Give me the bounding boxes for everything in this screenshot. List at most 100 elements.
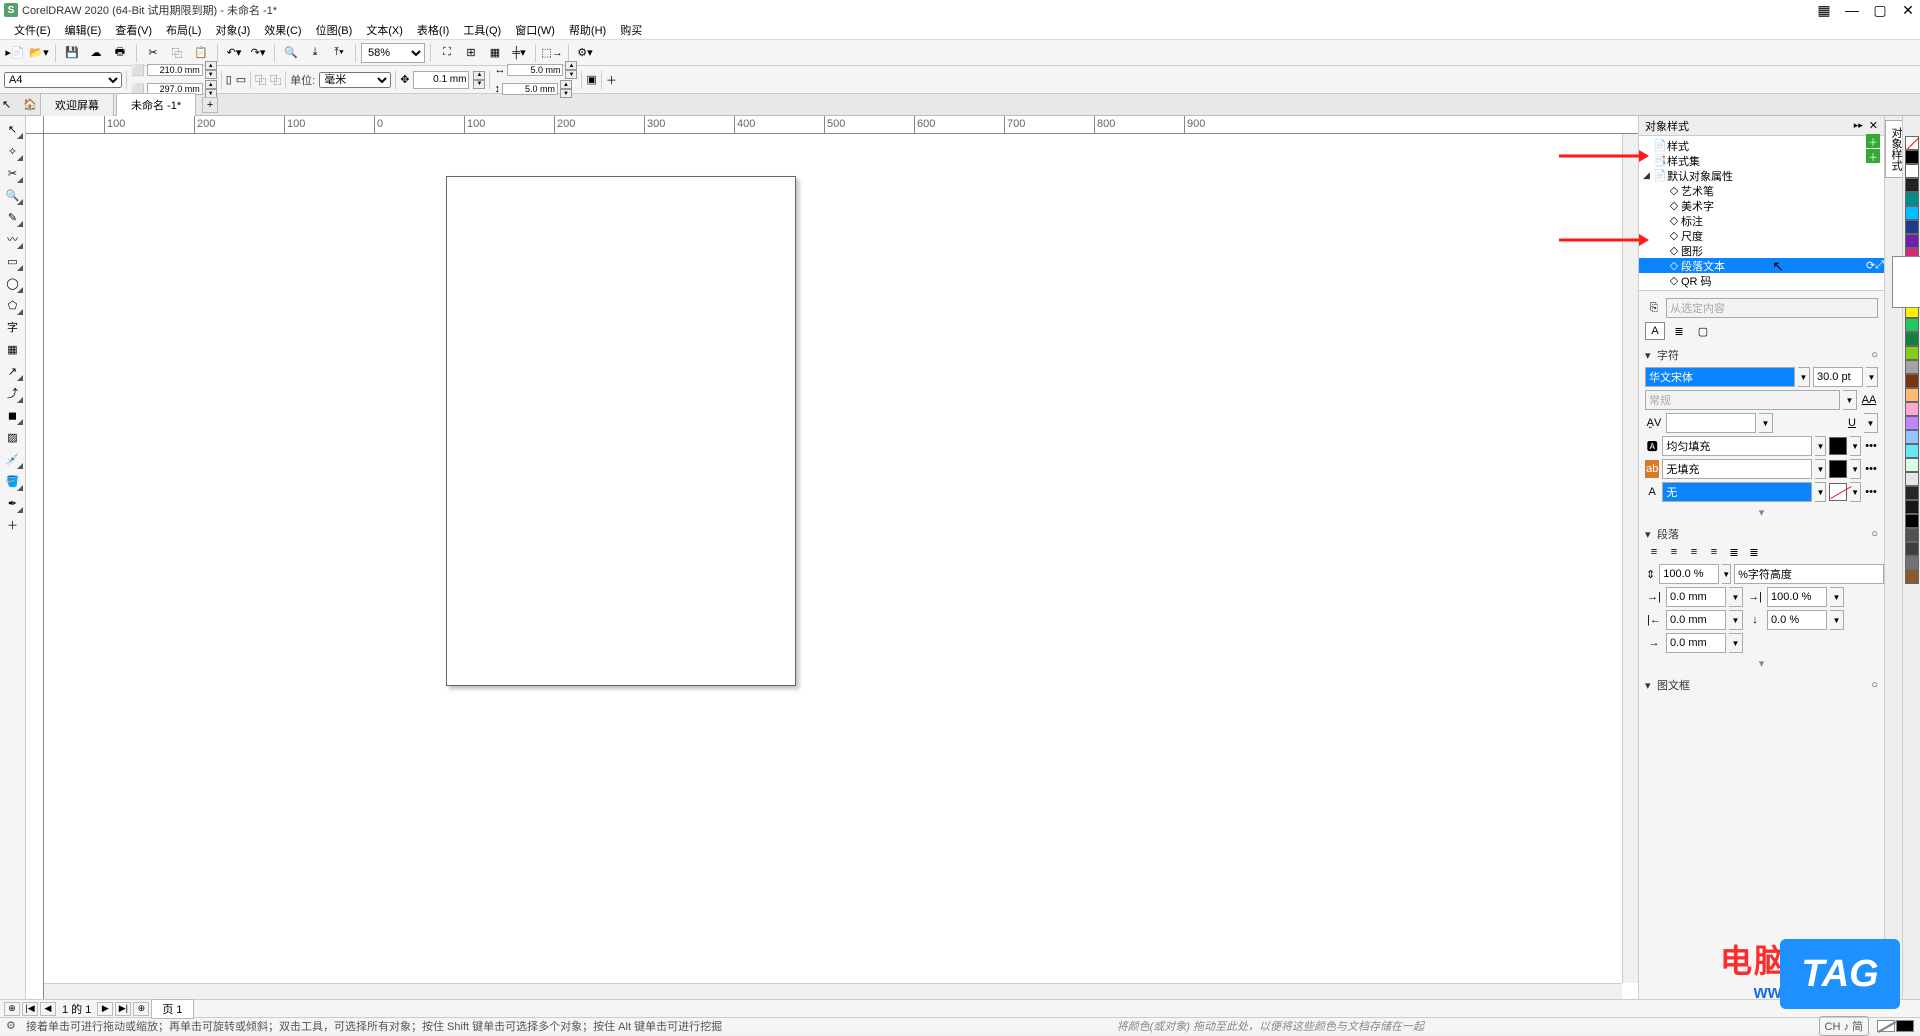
menu-object[interactable]: 对象(J) (209, 20, 256, 40)
touch-mode-icon[interactable]: ▦ (1816, 2, 1832, 18)
tree-default-props[interactable]: ◢📄默认对象属性 (1639, 168, 1884, 183)
font-dd-icon[interactable]: ▼ (1798, 367, 1810, 387)
drop-shadow-icon[interactable]: ◼ (2, 404, 24, 426)
fill-mode-input[interactable] (1662, 436, 1812, 456)
tree-item-action1-icon[interactable]: ⟳ (1866, 259, 1875, 272)
indent-right-input[interactable] (1666, 610, 1726, 630)
status-fill-swatch[interactable] (1896, 1020, 1914, 1032)
color-swatch[interactable] (1905, 150, 1919, 164)
align-left-icon[interactable]: ≡ (1665, 543, 1683, 561)
color-swatch[interactable] (1905, 416, 1919, 430)
duplicate-x[interactable] (507, 64, 563, 76)
no-color-swatch[interactable] (1905, 136, 1919, 150)
nudge-distance[interactable] (413, 71, 469, 89)
home-icon[interactable]: 🏠 (20, 96, 40, 114)
units-select[interactable]: 毫米 (319, 72, 391, 88)
para-tab-icon[interactable]: ≣ (1669, 322, 1689, 340)
ellipse-tool-icon[interactable]: ◯ (2, 272, 24, 294)
expand-char-icon[interactable]: ▾ (1645, 506, 1878, 519)
page-tab[interactable]: 页 1 (151, 999, 193, 1019)
fullscreen-icon[interactable]: ⛶ (436, 42, 458, 64)
freehand-tool-icon[interactable]: ✎ (2, 206, 24, 228)
polygon-tool-icon[interactable]: ⬠ (2, 294, 24, 316)
color-swatch[interactable] (1905, 444, 1919, 458)
save-icon[interactable]: 💾 (61, 42, 83, 64)
menu-table[interactable]: 表格(I) (411, 20, 455, 40)
tree-graphic[interactable]: ◇图形 (1639, 243, 1884, 258)
color-swatch[interactable] (1905, 360, 1919, 374)
new-from-icon[interactable]: ⎘ (1645, 299, 1663, 317)
outline-input[interactable] (1662, 482, 1812, 502)
close-button[interactable]: ✕ (1900, 2, 1916, 18)
color-swatch[interactable] (1905, 514, 1919, 528)
frame-tab-icon[interactable]: ▢ (1693, 322, 1713, 340)
char-tab-icon[interactable]: A (1645, 322, 1665, 340)
add-page-after-icon[interactable]: ⊕ (133, 1002, 149, 1016)
tree-callout[interactable]: ◇标注 (1639, 213, 1884, 228)
tree-artistic-text[interactable]: ◇美术字 (1639, 198, 1884, 213)
align-justify-icon[interactable]: ≣ (1725, 543, 1743, 561)
menu-bitmap[interactable]: 位图(B) (310, 20, 359, 40)
table-tool-icon[interactable]: ▦ (2, 338, 24, 360)
duplicate-y[interactable] (502, 83, 558, 95)
next-page-icon[interactable]: ▶ (97, 1002, 113, 1016)
menu-file[interactable]: 文件(E) (8, 20, 57, 40)
current-page-icon[interactable]: ⿻ (270, 72, 281, 88)
space-after-input[interactable] (1767, 610, 1827, 630)
new-doc-icon[interactable]: ▸📄 (4, 42, 26, 64)
tree-paragraph-text[interactable]: ◇段落文本⟳⤢ (1639, 258, 1884, 273)
color-swatch[interactable] (1905, 402, 1919, 416)
import-icon[interactable]: ⤓ (304, 42, 326, 64)
fill-tool-icon[interactable]: 🪣 (2, 470, 24, 492)
add-styleset-icon[interactable]: ＋ (1866, 149, 1880, 163)
add-tool-icon[interactable]: ＋ (2, 514, 24, 536)
fill-more-icon[interactable]: ••• (1864, 440, 1878, 452)
text-tool-icon[interactable]: 字 (2, 316, 24, 338)
shape-tool-icon[interactable]: ✧ (2, 140, 24, 162)
minimize-button[interactable]: — (1844, 2, 1860, 18)
color-swatch[interactable] (1905, 388, 1919, 402)
portrait-icon[interactable]: ▯ (226, 73, 232, 86)
font-style-input[interactable] (1645, 390, 1840, 410)
bg-more-icon[interactable]: ••• (1864, 463, 1878, 475)
spacing-mode-input[interactable] (1734, 564, 1884, 584)
size-dd-icon[interactable]: ▼ (1866, 367, 1878, 387)
tree-artistic-media[interactable]: ◇艺术笔 (1639, 183, 1884, 198)
panel-collapse-icon[interactable]: ▸▸ (1854, 120, 1863, 131)
font-size-input[interactable] (1813, 367, 1863, 387)
add-doc-tab-icon[interactable]: + (202, 97, 218, 113)
indent-first-input[interactable] (1666, 633, 1726, 653)
tab-welcome[interactable]: 欢迎屏幕 (40, 93, 114, 116)
section-opt-icon[interactable]: ○ (1871, 349, 1878, 361)
frame-opt-icon[interactable]: ○ (1871, 679, 1878, 691)
color-swatch[interactable] (1905, 206, 1919, 220)
color-swatch[interactable] (1905, 234, 1919, 248)
save-cloud-icon[interactable]: ☁ (85, 42, 107, 64)
menu-tools[interactable]: 工具(Q) (457, 20, 507, 40)
color-swatch[interactable] (1905, 192, 1919, 206)
tree-styles[interactable]: 📄样式 (1639, 138, 1884, 153)
status-nofill-swatch[interactable] (1877, 1020, 1895, 1032)
tree-item-action2-icon[interactable]: ⤢ (1875, 259, 1884, 272)
align-force-icon[interactable]: ≣ (1745, 543, 1763, 561)
tree-dimension[interactable]: ◇尺度 (1639, 228, 1884, 243)
fill-color-swatch[interactable] (1829, 437, 1847, 455)
page-preset[interactable]: A4 (4, 72, 122, 88)
print-icon[interactable]: 🖶 (109, 42, 131, 64)
color-swatch[interactable] (1905, 542, 1919, 556)
bg-color-swatch[interactable] (1829, 460, 1847, 478)
align-right-icon[interactable]: ≡ (1705, 543, 1723, 561)
line-spacing-input[interactable] (1659, 564, 1719, 584)
connector-tool-icon[interactable]: ⤴ (2, 382, 24, 404)
color-swatch[interactable] (1905, 346, 1919, 360)
first-page-icon[interactable]: |◀ (22, 1002, 38, 1016)
color-swatch[interactable] (1905, 570, 1919, 584)
scrollbar-horizontal[interactable] (44, 983, 1622, 999)
search-icon[interactable]: 🔍 (280, 42, 302, 64)
color-swatch[interactable] (1905, 374, 1919, 388)
color-swatch[interactable] (1905, 486, 1919, 500)
open-icon[interactable]: 📂▾ (28, 42, 50, 64)
align-none-icon[interactable]: ≡ (1645, 543, 1663, 561)
menu-effect[interactable]: 效果(C) (258, 20, 307, 40)
first-line-input[interactable] (1767, 587, 1827, 607)
